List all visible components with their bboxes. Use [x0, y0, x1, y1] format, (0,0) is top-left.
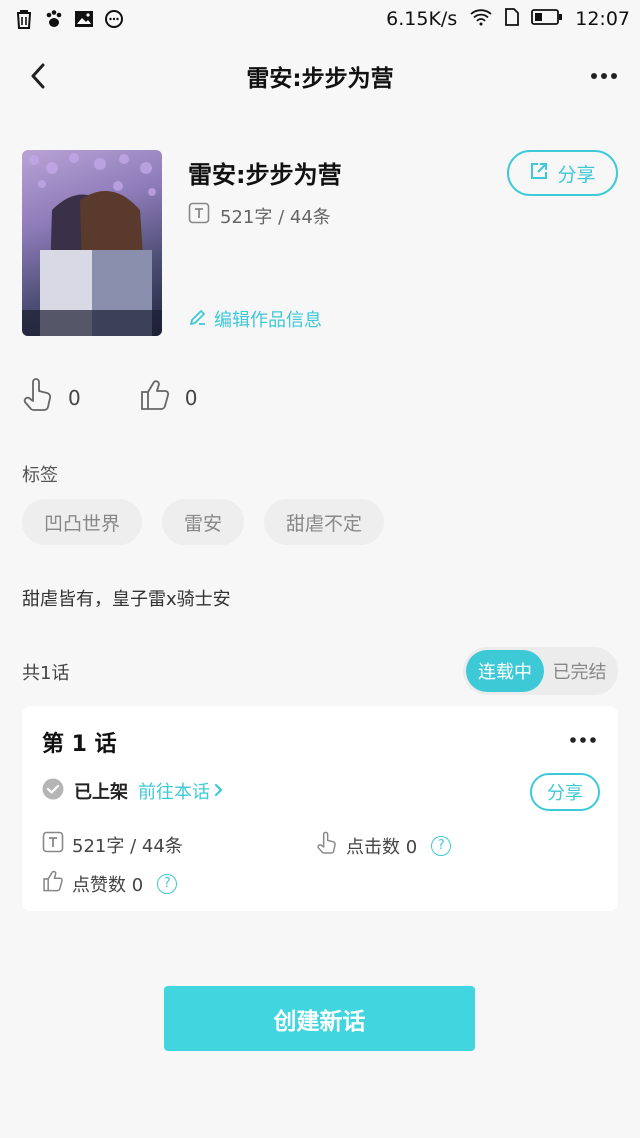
check-circle-icon: [42, 778, 64, 804]
episode-likes: 点赞数 0 ?: [42, 869, 178, 898]
edit-work-info-link[interactable]: 编辑作品信息: [188, 306, 322, 332]
episode-count: 共1话: [22, 663, 70, 684]
tag-chip[interactable]: 甜虐不定: [264, 499, 385, 545]
episode-share-button[interactable]: 分享: [530, 773, 600, 811]
share-button[interactable]: 分享: [507, 150, 618, 196]
trash-icon: [14, 9, 34, 29]
work-description: 甜虐皆有，皇子雷x骑士安: [22, 589, 231, 610]
status-left-icons: [14, 9, 124, 29]
chat-icon: [104, 9, 124, 29]
segment-ongoing[interactable]: 连载中: [466, 650, 544, 692]
work-title: 雷安:步步为营: [188, 161, 342, 189]
help-icon[interactable]: ?: [157, 873, 178, 894]
episode-title: 第 1 话: [42, 732, 117, 757]
episode-status-label: 已上架: [74, 782, 128, 803]
reactions: 0 0: [22, 377, 197, 418]
tags-list: 凹凸世界 雷安 甜虐不定: [22, 499, 385, 545]
tap-reaction[interactable]: 0: [22, 377, 81, 418]
pencil-icon: [188, 307, 208, 332]
share-label: 分享: [557, 163, 596, 186]
episode-stats: 521字 / 44条: [42, 831, 183, 858]
work-stats: 521字 / 44条: [188, 202, 331, 229]
goto-episode-label: 前往本话: [138, 782, 210, 803]
back-icon[interactable]: [22, 60, 54, 92]
help-icon[interactable]: ?: [431, 835, 452, 856]
hand-tap-icon: [316, 831, 338, 860]
tap-count: 0: [68, 385, 81, 410]
status-bar: 6.15K/s 12:07: [0, 0, 640, 38]
episode-clicks: 点击数 0 ?: [316, 831, 452, 860]
create-episode-button[interactable]: 创建新话: [164, 986, 475, 1051]
wifi-icon: [469, 8, 493, 31]
like-count: 0: [184, 385, 198, 410]
thumbs-up-icon: [42, 869, 64, 898]
like-reaction[interactable]: 0: [139, 377, 198, 418]
nav-bar: 雷安:步步为营: [0, 48, 640, 104]
share-icon: [529, 161, 549, 186]
battery-icon: [531, 8, 563, 31]
episode-clicks-text: 点击数 0: [346, 836, 418, 858]
hand-tap-icon: [22, 377, 54, 418]
episode-stats-text: 521字 / 44条: [72, 835, 183, 857]
edit-work-info-label: 编辑作品信息: [214, 310, 322, 331]
episode-more-icon[interactable]: [566, 726, 600, 754]
tag-chip[interactable]: 雷安: [162, 499, 245, 545]
text-icon: [42, 831, 64, 858]
work-cover-image[interactable]: [22, 150, 162, 336]
goto-episode-link[interactable]: 前往本话: [138, 778, 224, 804]
tags-label: 标签: [22, 465, 58, 486]
page-title: 雷安:步步为营: [246, 66, 394, 92]
paw-icon: [44, 9, 64, 29]
status-segment: 连载中 已完结: [463, 647, 618, 695]
thumbs-up-icon: [139, 378, 171, 417]
chevron-right-icon: [214, 781, 224, 802]
net-speed: 6.15K/s: [386, 8, 458, 30]
episode-likes-text: 点赞数 0: [72, 874, 144, 896]
tag-chip[interactable]: 凹凸世界: [22, 499, 143, 545]
work-stats-text: 521字 / 44条: [220, 206, 331, 228]
episode-card[interactable]: 第 1 话 已上架 前往本话 分享 521字 / 44条 点击数 0 ? 点赞数…: [22, 706, 618, 911]
clock: 12:07: [575, 8, 630, 30]
text-icon: [188, 202, 210, 229]
image-icon: [74, 9, 94, 29]
episode-status: 已上架 前往本话: [42, 778, 224, 804]
status-right: 6.15K/s 12:07: [386, 7, 630, 31]
sim-icon: [505, 7, 520, 31]
more-icon[interactable]: [588, 60, 620, 92]
segment-completed[interactable]: 已完结: [544, 650, 615, 692]
